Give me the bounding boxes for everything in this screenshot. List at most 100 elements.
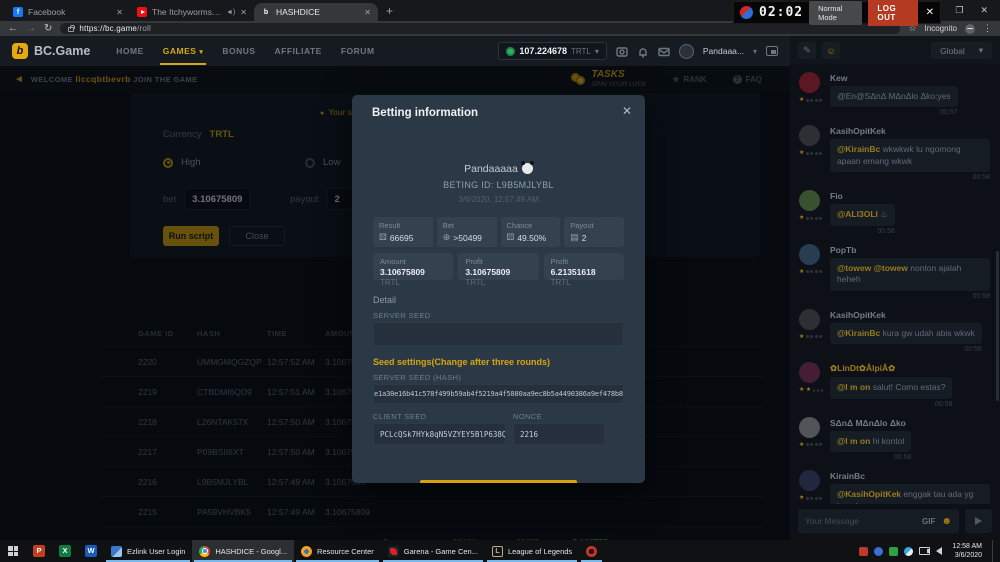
user-avatar[interactable] xyxy=(679,44,694,59)
tab-label: HASHDICE xyxy=(276,7,359,17)
stat-value: 49.50% xyxy=(517,233,546,243)
system-tray: 12:58 AM 3/6/2020 xyxy=(859,540,1000,562)
url-bar[interactable]: https://bc.game/roll xyxy=(60,23,900,34)
task-label: Ezlink User Login xyxy=(127,547,185,556)
chevron-down-icon: ▾ xyxy=(753,47,757,56)
url-text: https://bc.game/roll xyxy=(79,24,151,33)
banknote-icon: ▤ xyxy=(570,232,579,243)
incognito-label: Incognito xyxy=(925,24,957,33)
refresh-icon[interactable]: ↻ xyxy=(44,24,52,34)
profit-card: Profit 3.10675809 TRTL xyxy=(458,253,538,280)
back-icon[interactable]: ← xyxy=(8,24,18,34)
client-seed-value: PCLcQSk7HYk8qN5VZYEY5BlP638QkH xyxy=(374,424,505,444)
forward-icon[interactable]: → xyxy=(26,24,36,34)
menu-games[interactable]: GAMES ▾ xyxy=(163,37,204,65)
detail-label: Detail xyxy=(373,295,396,305)
taskbar-clock[interactable]: 12:58 AM 3/6/2020 xyxy=(952,542,982,560)
amount-label: Profit xyxy=(465,257,531,266)
nav-username[interactable]: Pandaaa... xyxy=(703,46,744,56)
betting-info-modal: Betting information ✕ Pandaaaaa BETING I… xyxy=(352,95,645,483)
client-seed-input[interactable]: PCLcQSk7HYk8qN5VZYEY5BlP638QkH xyxy=(373,423,506,445)
task-garena[interactable]: Garena - Game Cen... xyxy=(381,540,485,562)
nonce-value: 2216 xyxy=(514,424,604,444)
stat-value: 66695 xyxy=(390,233,414,243)
pinned-powerpoint[interactable]: P xyxy=(26,540,52,562)
target-icon: ⊕ xyxy=(443,232,451,243)
task-unlabeled-app[interactable] xyxy=(579,540,604,562)
menu-affiliate[interactable]: AFFILIATE xyxy=(275,37,322,65)
show-desktop-button[interactable] xyxy=(992,540,997,562)
task-league-of-legends[interactable]: L League of Legends xyxy=(485,540,579,562)
new-tab-button[interactable]: + xyxy=(386,4,393,18)
tab-audio-icon[interactable]: ◄) xyxy=(226,9,235,16)
stat-bet: Bet ⊕>50499 xyxy=(437,217,497,247)
player-name[interactable]: Pandaaaaa xyxy=(352,163,645,175)
menu-forum[interactable]: FORUM xyxy=(341,37,375,65)
server-seed-input[interactable] xyxy=(373,322,624,346)
tab-label: Facebook xyxy=(28,7,111,17)
incognito-icon xyxy=(965,24,975,34)
seed-settings-label: Seed settings(Change after three rounds) xyxy=(373,357,550,367)
tray-app-cyan-icon[interactable] xyxy=(904,547,913,556)
screen: f Facebook ✕ The Itchyworms x Ely Buend … xyxy=(0,0,1000,562)
task-label: League of Legends xyxy=(508,547,572,556)
tray-app-green-icon[interactable] xyxy=(889,547,898,556)
tab-youtube[interactable]: The Itchyworms x Ely Buend ◄) ✕ xyxy=(130,3,254,21)
vault-icon[interactable] xyxy=(616,45,628,57)
server-hash-input[interactable]: e1a30e16b41c578f499b59ab4f5219a4f5880aa9… xyxy=(373,384,624,404)
start-button[interactable] xyxy=(0,540,26,562)
task-hashdice-chrome[interactable]: HASHDICE - Googl... xyxy=(192,540,294,562)
timer-countdown: 02:02 xyxy=(759,5,803,20)
pinned-word[interactable]: W xyxy=(78,540,104,562)
window-controls: ❐ ✕ xyxy=(955,0,1000,21)
site-logo[interactable]: BC.Game xyxy=(34,44,90,58)
tab-facebook[interactable]: f Facebook ✕ xyxy=(6,3,130,21)
tab-close-icon[interactable]: ✕ xyxy=(116,8,123,17)
tab-hashdice[interactable]: b HASHDICE ✕ xyxy=(254,3,378,21)
bcgame-logo-icon[interactable]: b xyxy=(12,43,28,59)
task-ezlink[interactable]: Ezlink User Login xyxy=(104,540,192,562)
stat-chance: Chance ⚄49.50% xyxy=(501,217,561,247)
bcgame-favicon-icon: b xyxy=(261,7,271,17)
modal-close-icon[interactable]: ✕ xyxy=(622,104,632,118)
panda-avatar-icon xyxy=(522,163,533,174)
timer-close-icon[interactable]: ✕ xyxy=(926,7,934,18)
facebook-icon: f xyxy=(13,7,23,17)
browser-menu-icon[interactable]: ⋮ xyxy=(983,23,992,34)
tray-app-blue-icon[interactable] xyxy=(874,547,883,556)
tab-close-icon[interactable]: ✕ xyxy=(364,8,371,17)
bell-icon[interactable] xyxy=(637,45,649,57)
amount-card: Amount 3.10675809 TRTL xyxy=(373,253,453,280)
chevron-down-icon: ▾ xyxy=(595,47,599,56)
stat-value: >50499 xyxy=(453,233,482,243)
task-resource-center[interactable]: Resource Center xyxy=(294,540,381,562)
balance-currency: TRTL xyxy=(571,47,591,56)
client-seed-label: CLIENT SEED xyxy=(373,412,426,421)
nonce-input[interactable]: 2216 xyxy=(513,423,605,445)
toolbar-right: ☆ Incognito ⋮ xyxy=(908,23,992,34)
league-of-legends-icon: L xyxy=(492,546,503,557)
window-close-icon[interactable]: ✕ xyxy=(980,5,988,16)
site-nav: b BC.Game HOME GAMES ▾ BONUS AFFILIATE F… xyxy=(0,36,790,66)
logout-button[interactable]: LOG OUT xyxy=(868,0,917,26)
timer-mode-badge: Normal Mode xyxy=(809,1,862,25)
menu-bonus[interactable]: BONUS xyxy=(222,37,255,65)
trtl-coin-icon xyxy=(506,47,515,56)
pinned-excel[interactable]: X xyxy=(52,540,78,562)
modal-title: Betting information xyxy=(372,107,478,119)
balance-selector[interactable]: 107.224678 TRTL ▾ xyxy=(498,42,606,60)
garena-icon xyxy=(388,546,399,557)
tab-close-icon[interactable]: ✕ xyxy=(240,8,247,17)
menu-home[interactable]: HOME xyxy=(116,37,144,65)
ezlink-icon xyxy=(111,546,122,557)
tray-app-red-icon[interactable] xyxy=(859,547,868,556)
chrome-icon xyxy=(199,546,210,557)
stat-label: Result xyxy=(379,221,427,230)
modal-bottom-button-edge xyxy=(420,480,577,483)
chat-toggle-icon[interactable] xyxy=(766,46,778,56)
task-label: HASHDICE - Googl... xyxy=(215,547,287,556)
task-label: Resource Center xyxy=(317,547,374,556)
volume-icon[interactable] xyxy=(936,547,942,555)
window-restore-icon[interactable]: ❐ xyxy=(955,5,963,16)
mail-icon[interactable] xyxy=(658,45,670,57)
